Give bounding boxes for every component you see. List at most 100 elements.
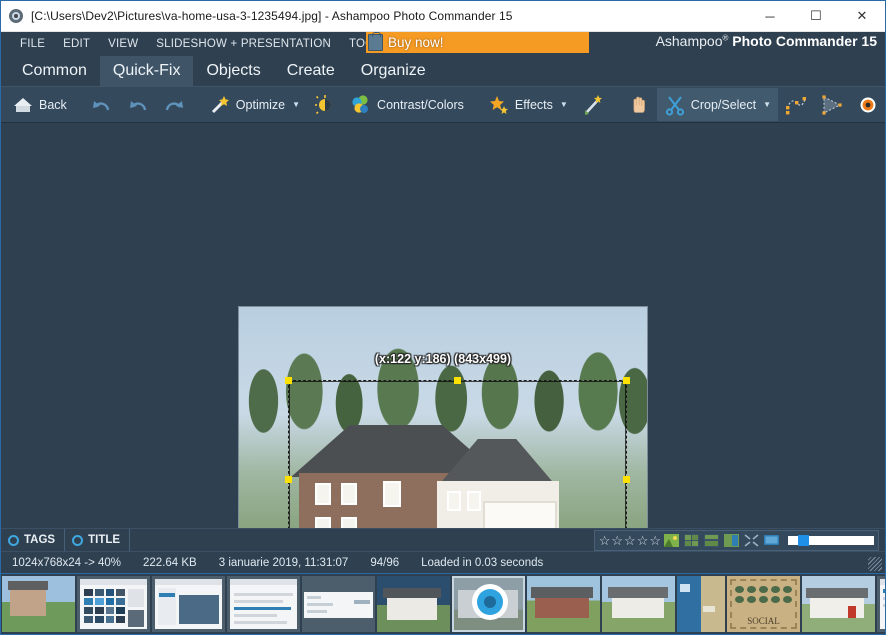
home-icon	[12, 94, 34, 116]
zoom-slider-knob[interactable]	[798, 535, 809, 546]
retouch-brush-button[interactable]	[575, 88, 611, 121]
undo-button[interactable]	[84, 88, 120, 121]
crop-handle-e[interactable]	[623, 476, 630, 483]
application-window: [C:\Users\Dev2\Pictures\va-home-usa-3-12…	[0, 0, 886, 635]
effects-button[interactable]: Effects ▼	[481, 88, 575, 121]
crop-handle-w[interactable]	[285, 476, 292, 483]
status-dimensions: 1024x768x24 -> 40%	[12, 556, 122, 569]
minimize-button[interactable]: ─	[747, 1, 793, 32]
list-item[interactable]	[527, 576, 600, 632]
crop-handle-n[interactable]	[453, 377, 461, 384]
title-label: TITLE	[88, 534, 121, 546]
list-item[interactable]	[302, 576, 375, 632]
view-tools-bar: ☆ ☆ ☆ ☆ ☆	[593, 530, 879, 551]
contrast-colors-button[interactable]: Contrast/Colors	[343, 88, 471, 121]
undo-alt-icon	[127, 94, 149, 116]
brightness-button[interactable]	[307, 88, 343, 121]
crop-handle-nw[interactable]	[285, 377, 292, 384]
list-item[interactable]	[802, 576, 875, 632]
list-item[interactable]	[2, 576, 75, 632]
title-ring-icon	[72, 534, 84, 546]
tab-create[interactable]: Create	[274, 56, 348, 86]
tab-organize[interactable]: Organize	[348, 56, 439, 86]
tab-common[interactable]: Common	[9, 56, 100, 86]
red-eye-button[interactable]: ▼	[850, 88, 885, 121]
tags-label: TAGS	[24, 534, 56, 546]
tab-quick-fix[interactable]: Quick-Fix	[99, 56, 194, 86]
status-bar: 1024x768x24 -> 40% 222.64 KB 3 ianuarie …	[1, 551, 885, 573]
thumbnail-grid-icon[interactable]	[682, 534, 701, 547]
rating-star-4[interactable]: ☆	[637, 534, 649, 547]
optimize-label: Optimize	[235, 97, 286, 112]
list-item[interactable]	[877, 576, 885, 632]
chevron-down-icon[interactable]: ▼	[560, 100, 568, 109]
menu-file[interactable]: FILE	[11, 38, 54, 50]
pan-hand-button[interactable]	[621, 88, 657, 121]
crop-handle-ne[interactable]	[623, 377, 630, 384]
zoom-slider[interactable]	[788, 535, 874, 546]
list-item[interactable]	[677, 576, 725, 632]
status-filesize: 222.64 KB	[143, 556, 197, 569]
redo-button[interactable]	[156, 88, 192, 121]
crop-select-button[interactable]: Crop/Select ▼	[656, 88, 779, 121]
maximize-button[interactable]: ☐	[793, 1, 839, 32]
rating-star-5[interactable]: ☆	[649, 534, 661, 547]
status-load-time: Loaded in 0.03 seconds	[421, 556, 544, 569]
menu-edit[interactable]: EDIT	[54, 38, 99, 50]
fullscreen-icon[interactable]	[742, 534, 761, 547]
magic-wand-icon	[209, 94, 231, 116]
thumbnail-screenshot	[880, 579, 885, 629]
rating-star-3[interactable]: ☆	[624, 534, 636, 547]
color-drops-icon	[350, 94, 372, 116]
brand-label: Ashampoo® Photo Commander 15	[656, 33, 877, 49]
coordinate-overlay: (x:122 y:186) (843x499)	[374, 352, 512, 366]
close-button[interactable]: ✕	[839, 1, 885, 32]
list-item[interactable]	[377, 576, 450, 632]
crop-selection[interactable]	[285, 377, 630, 528]
freehand-select-button[interactable]	[778, 88, 814, 121]
fit-image-icon[interactable]	[662, 534, 681, 547]
back-button[interactable]: Back	[5, 88, 74, 121]
scissors-icon	[664, 94, 686, 116]
list-item[interactable]: SOCIAL	[727, 576, 800, 632]
brand-product: Photo Commander 15	[732, 33, 877, 49]
undo-alt-button[interactable]	[120, 88, 156, 121]
tab-objects[interactable]: Objects	[193, 56, 273, 86]
title-button[interactable]: TITLE	[65, 529, 131, 551]
red-eye-icon	[857, 94, 879, 116]
brand-prefix: Ashampoo	[655, 33, 723, 49]
thumbnail-list-icon[interactable]	[702, 534, 721, 547]
chevron-down-icon[interactable]: ▼	[292, 100, 300, 109]
freehand-select-icon	[785, 94, 807, 116]
stars-icon	[488, 94, 510, 116]
back-label: Back	[39, 97, 67, 112]
status-datetime: 3 ianuarie 2019, 11:31:07	[218, 556, 349, 569]
brand-registered-mark: ®	[722, 33, 729, 43]
tags-button[interactable]: TAGS	[1, 529, 66, 551]
photo-preview[interactable]: (x:122 y:186) (843x499)	[238, 306, 648, 528]
optimize-button[interactable]: Optimize ▼	[202, 88, 307, 121]
monitor-icon[interactable]	[762, 534, 781, 547]
list-item[interactable]	[602, 576, 675, 632]
list-item[interactable]	[152, 576, 225, 632]
resize-grip[interactable]	[868, 557, 882, 571]
menu-slideshow-presentation[interactable]: SLIDESHOW + PRESENTATION	[147, 38, 340, 50]
polygon-select-icon	[821, 94, 843, 116]
list-item[interactable]	[77, 576, 150, 632]
chevron-down-icon[interactable]: ▼	[763, 100, 771, 109]
list-item[interactable]	[452, 576, 525, 632]
rating-star-2[interactable]: ☆	[611, 534, 623, 547]
menu-view[interactable]: VIEW	[99, 38, 147, 50]
compare-icon[interactable]	[722, 534, 741, 547]
list-item[interactable]	[227, 576, 300, 632]
shopping-bag-icon	[368, 32, 383, 51]
polygon-select-button[interactable]	[814, 88, 850, 121]
hand-icon	[628, 94, 650, 116]
ribbon-tab-bar: Common Quick-Fix Objects Create Organize	[1, 56, 885, 86]
image-canvas[interactable]: (x:122 y:186) (843x499)	[1, 123, 885, 528]
rating-star-1[interactable]: ☆	[599, 534, 611, 547]
tags-bar: TAGS TITLE ☆ ☆ ☆ ☆ ☆	[1, 528, 885, 551]
redo-icon	[163, 94, 185, 116]
thumbnail-filmstrip[interactable]: SOCIAL	[1, 573, 885, 634]
buy-now-banner[interactable]: Buy now!	[366, 32, 589, 53]
